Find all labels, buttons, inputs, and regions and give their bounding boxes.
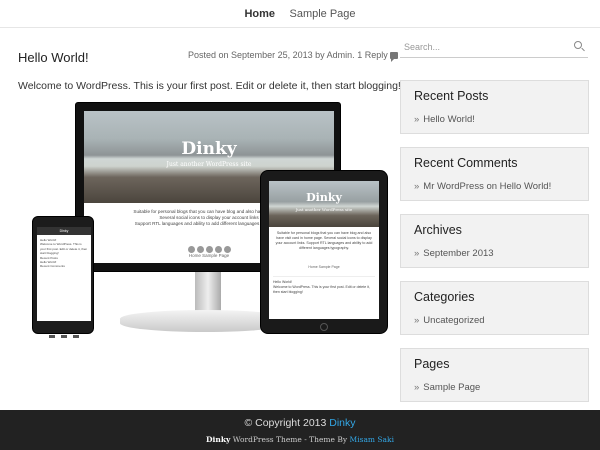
- post-meta: Posted on September 25, 2013 by Admin. 1…: [188, 50, 398, 63]
- reply-link[interactable]: 1 Reply: [357, 50, 388, 60]
- bullet-icon: »: [414, 315, 420, 326]
- social-icon: [214, 246, 222, 253]
- post-title[interactable]: Hello World!: [18, 50, 89, 65]
- widget-title: Recent Comments: [414, 156, 518, 170]
- bullet-icon: »: [414, 181, 420, 192]
- widget-list-item: » Hello World!: [414, 114, 475, 125]
- footer-copyright: © Copyright 2013 Dinky: [0, 417, 600, 429]
- devices-illustration: Dinky Just another WordPress site Suitab…: [20, 100, 390, 340]
- widget-pages: Pages » Sample Page: [400, 348, 589, 402]
- meta-by: by: [315, 50, 325, 60]
- tablet-site-title: Dinky: [306, 191, 342, 204]
- theme-text: WordPress Theme - Theme By: [232, 435, 348, 444]
- meta-prefix: Posted on: [188, 50, 229, 60]
- footer-credit: Dinky WordPress Theme - Theme By Misam S…: [0, 435, 600, 444]
- widget-link[interactable]: Sample Page: [423, 382, 480, 393]
- monitor-stand-neck: [195, 272, 221, 312]
- widget-archives: Archives » September 2013: [400, 214, 589, 268]
- nav-item-sample-page[interactable]: Sample Page: [289, 0, 355, 28]
- phone-button: [49, 335, 55, 338]
- tablet-hero-image: [269, 181, 379, 227]
- phone-button: [73, 335, 79, 338]
- post-date[interactable]: September 25, 2013: [231, 50, 313, 60]
- phone-device: Dinky Hello World! Welcome to WordPress.…: [32, 216, 94, 338]
- post-author[interactable]: Admin.: [327, 50, 355, 60]
- phone-header: Dinky: [37, 227, 91, 235]
- bullet-icon: »: [414, 382, 420, 393]
- top-navigation: Home Sample Page: [0, 0, 600, 28]
- tablet-screen: Dinky Just another WordPress site Suitab…: [269, 181, 379, 319]
- search-input[interactable]: [404, 40, 564, 54]
- widget-title: Archives: [414, 223, 462, 237]
- monitor-site-title: Dinky: [181, 139, 237, 159]
- bullet-icon: »: [414, 114, 420, 125]
- comment-icon[interactable]: [389, 52, 398, 63]
- phone-line: Welcome to WordPress. This is your first…: [40, 242, 88, 256]
- footer: © Copyright 2013 Dinky Dinky WordPress T…: [0, 410, 600, 450]
- widget-list-item: » September 2013: [414, 248, 494, 259]
- tablet-nav: Home Sample Page: [308, 265, 340, 269]
- tablet-post-body: Welcome to WordPress. This is your first…: [273, 285, 370, 294]
- widget-link[interactable]: Mr WordPress on Hello World!: [423, 181, 551, 192]
- nav-item-home[interactable]: Home: [244, 0, 275, 28]
- post-body: Welcome to WordPress. This is your first…: [18, 80, 401, 92]
- social-icon: [205, 246, 213, 253]
- widget-recent-posts: Recent Posts » Hello World!: [400, 80, 589, 134]
- phone-content: Hello World! Welcome to WordPress. This …: [40, 238, 88, 269]
- monitor-tagline: Just another WordPress site: [166, 161, 252, 168]
- theme-name: Dinky: [206, 435, 231, 444]
- phone-screen: Dinky Hello World! Welcome to WordPress.…: [37, 227, 91, 321]
- theme-author-link[interactable]: Misam Saki: [350, 435, 394, 444]
- widget-list-item: » Uncategorized: [414, 315, 485, 326]
- phone-button: [61, 335, 67, 338]
- tablet-device: Dinky Just another WordPress site Suitab…: [260, 170, 388, 334]
- widget-link[interactable]: Uncategorized: [423, 315, 484, 326]
- widget-title: Recent Posts: [414, 89, 489, 103]
- tablet-tagline: Just another WordPress site: [295, 207, 353, 212]
- widget-title: Categories: [414, 290, 475, 304]
- social-icon: [196, 246, 204, 253]
- search-box: [400, 36, 588, 58]
- tablet-home-button: [320, 323, 328, 331]
- phone-buttons: [39, 325, 89, 343]
- widget-title: Pages: [414, 357, 450, 371]
- social-icon: [223, 246, 231, 253]
- phone-line: Recent Comments: [40, 264, 65, 269]
- widget-list-item: » Sample Page: [414, 382, 480, 393]
- widget-categories: Categories » Uncategorized: [400, 281, 589, 335]
- bullet-icon: »: [414, 248, 420, 259]
- widget-link[interactable]: September 2013: [423, 248, 493, 259]
- copyright-text: © Copyright 2013: [244, 417, 327, 429]
- tablet-post: Hello World! Welcome to WordPress. This …: [273, 276, 375, 295]
- social-icon: [187, 246, 195, 253]
- footer-site-link[interactable]: Dinky: [329, 417, 355, 429]
- widget-link[interactable]: Hello World!: [423, 114, 475, 125]
- widget-list-item: » Mr WordPress on Hello World!: [414, 181, 551, 192]
- tablet-description: Suitable for personal blogs that you can…: [275, 231, 373, 250]
- widget-recent-comments: Recent Comments » Mr WordPress on Hello W…: [400, 147, 589, 201]
- search-icon[interactable]: [574, 41, 582, 49]
